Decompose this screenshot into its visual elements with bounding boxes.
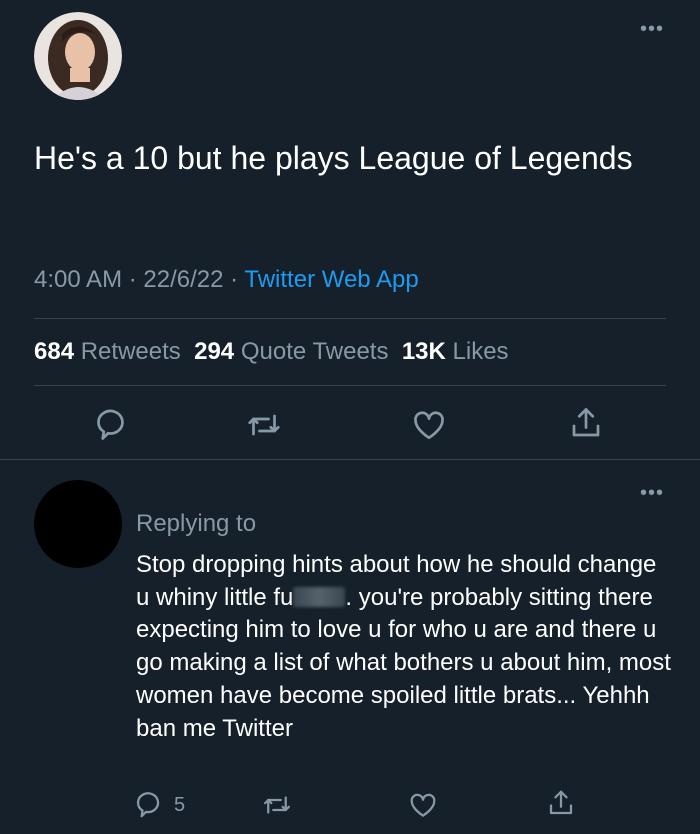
quotes-label: Quote Tweets: [240, 338, 389, 365]
divider: [34, 385, 666, 386]
retweets-stat[interactable]: 684 Retweets: [34, 338, 181, 365]
tweet-date[interactable]: 22/6/22: [143, 266, 223, 293]
author-avatar[interactable]: [34, 12, 122, 100]
replying-to: Replying to: [136, 510, 257, 537]
quotes-count: 294: [194, 338, 235, 365]
tweet-text: He's a 10 but he plays League of Legends: [34, 140, 633, 176]
more-dots-icon: •••: [640, 18, 665, 40]
quotes-stat[interactable]: 294 Quote Tweets: [194, 338, 388, 365]
retweet-icon: [248, 414, 280, 436]
reply-author-avatar[interactable]: [34, 480, 122, 568]
share-icon: [549, 790, 573, 815]
more-dots-icon: •••: [640, 482, 665, 504]
tweet-metadata: 4:00 AM · 22/6/22 · Twitter Web App: [34, 266, 419, 294]
more-options-button[interactable]: •••: [640, 18, 664, 41]
share-button[interactable]: [568, 405, 604, 441]
retweets-count: 684: [34, 338, 75, 365]
divider: [34, 318, 666, 319]
reply-reply-button[interactable]: 5: [136, 790, 185, 820]
likes-count: 13K: [401, 338, 446, 365]
tweet-stats: 684 Retweets 294 Quote Tweets 13K Likes: [34, 338, 509, 366]
retweet-icon: [264, 796, 290, 814]
tweet-time[interactable]: 4:00 AM: [34, 266, 122, 293]
retweet-button[interactable]: [246, 407, 282, 443]
tweet-separator: [0, 459, 700, 460]
meta-separator-2: ·: [230, 266, 239, 293]
reply-count: 5: [174, 793, 186, 816]
share-icon: [572, 408, 600, 437]
tweet-source[interactable]: Twitter Web App: [244, 266, 418, 293]
reply-icon: [97, 409, 124, 440]
like-icon: [414, 411, 444, 440]
meta-separator: ·: [128, 266, 137, 293]
reply-share-button[interactable]: [546, 788, 576, 818]
likes-stat[interactable]: 13K Likes: [402, 338, 509, 365]
like-icon: [410, 793, 436, 817]
like-button[interactable]: [411, 407, 447, 443]
likes-label: Likes: [452, 338, 509, 365]
censored-word: [293, 586, 346, 607]
reply-text: Stop dropping hints about how he should …: [136, 549, 676, 745]
reply-more-options-button[interactable]: •••: [640, 482, 664, 505]
reply-retweet-button[interactable]: [262, 790, 292, 820]
reply-button[interactable]: [96, 407, 132, 443]
retweets-label: Retweets: [80, 338, 181, 365]
reply-like-button[interactable]: [408, 790, 438, 820]
reply-icon: [136, 792, 160, 818]
